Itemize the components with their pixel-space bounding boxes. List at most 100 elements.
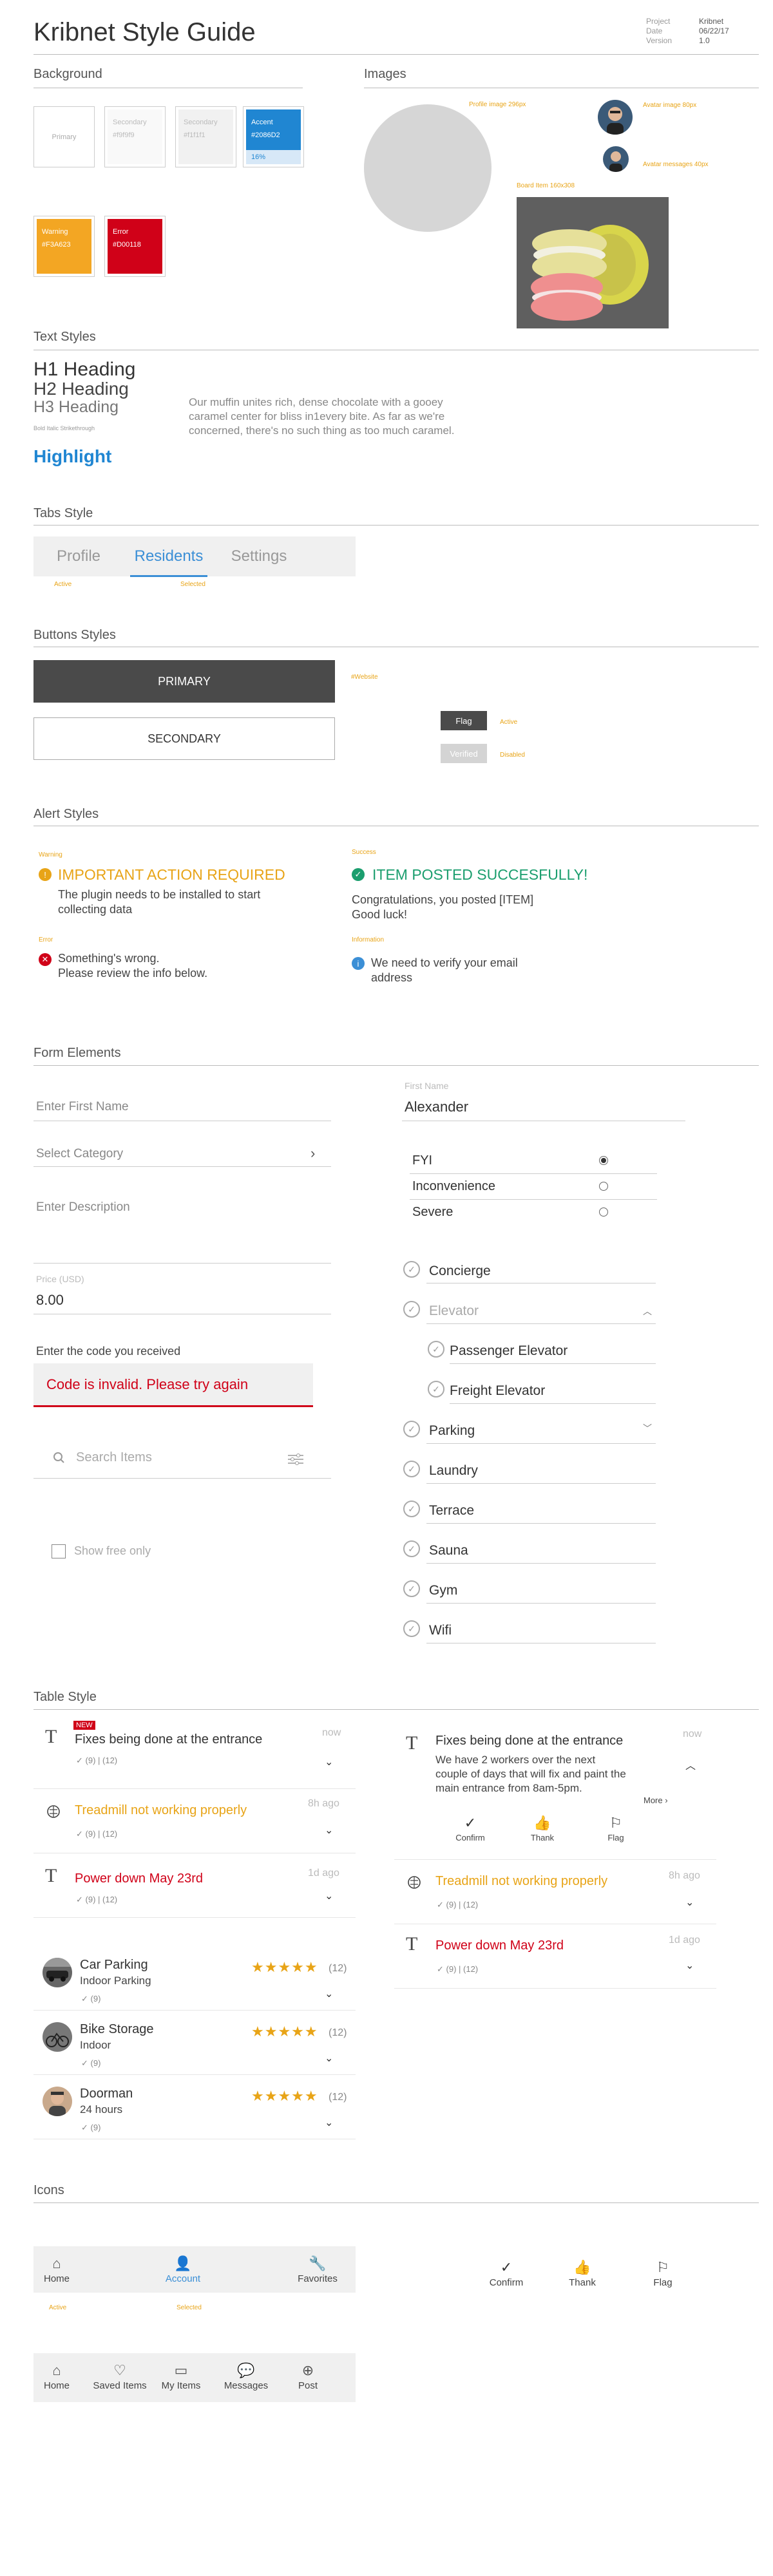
chevron-down-icon[interactable]: ⌄ (325, 1987, 333, 2000)
check-wifi[interactable]: ✓ (403, 1620, 420, 1637)
form-divider (33, 1065, 759, 1066)
check-laundry[interactable]: ✓ (403, 1461, 420, 1477)
check-laundry-label: Laundry (429, 1463, 478, 1478)
radio-severe[interactable] (599, 1208, 608, 1217)
table-row-expanded[interactable]: T Fixes being done at the entrance now W… (394, 1728, 716, 1860)
chevron-down-icon[interactable]: ⌄ (685, 1959, 694, 1972)
nav-saved-items[interactable]: ♡ Saved Items (88, 2353, 152, 2402)
table-row[interactable]: Treadmill not working properly 8h ago ✓ … (33, 1789, 356, 1853)
check-gym[interactable]: ✓ (403, 1580, 420, 1597)
description-input[interactable]: Enter Description (36, 1200, 130, 1215)
nav-selected-note: Selected (177, 2304, 202, 2311)
avatar-messages-note: Avatar messages 40px (643, 161, 709, 168)
tab-settings[interactable]: Settings (214, 547, 304, 565)
check-parking-label: Parking (429, 1423, 475, 1438)
filter-icon[interactable] (287, 1453, 304, 1466)
check-sauna[interactable]: ✓ (403, 1540, 420, 1557)
verified-button-state: Disabled (500, 752, 525, 759)
chevron-down-icon[interactable]: ⌄ (325, 1889, 333, 1902)
avatar-image-note: Avatar image 80px (643, 102, 697, 109)
table-divider (33, 1709, 759, 1710)
confirm-icon-sample[interactable]: ✓ Confirm (486, 2259, 527, 2288)
tab-bar: Profile Residents Settings (33, 536, 356, 577)
check-terrace[interactable]: ✓ (403, 1501, 420, 1517)
success-icon: ✓ (352, 868, 365, 881)
thumbs-up-icon: 👍 (573, 2259, 591, 2275)
swatch-warning: Warning #F3A623 (33, 216, 95, 277)
warning-alert-heading: IMPORTANT ACTION REQUIRED (58, 866, 285, 883)
tab-profile[interactable]: Profile (33, 547, 124, 565)
free-only-label: Show free only (74, 1544, 151, 1557)
first-name-input[interactable]: Enter First Name (36, 1100, 129, 1114)
search-input[interactable]: Search Items (76, 1450, 152, 1465)
free-only-checkbox[interactable] (52, 1544, 66, 1558)
small-text-sample: Bold Italic Strikethrough (33, 425, 95, 431)
tab-active-indicator (130, 575, 207, 577)
table-row[interactable]: T NEW Fixes being done at the entrance n… (33, 1721, 356, 1789)
first-name-filled-input[interactable]: Alexander (405, 1099, 468, 1115)
price-input[interactable]: 8.00 (36, 1292, 64, 1309)
check-freight-elevator-label: Freight Elevator (450, 1383, 546, 1398)
thank-icon-sample[interactable]: 👍 Thank (562, 2259, 603, 2288)
list-item[interactable]: Doorman 24 hours ★★★★★ (12) ✓ (9) ⌄ (33, 2075, 356, 2139)
warning-alert-body: The plugin needs to be installed to star… (58, 888, 261, 916)
radio-inconvenience-label: Inconvenience (412, 1179, 495, 1193)
list-item[interactable]: Bike Storage Indoor ★★★★★ (12) ✓ (9) ⌄ (33, 2011, 356, 2075)
category-select[interactable]: Select Category (36, 1147, 123, 1161)
check-concierge-label: Concierge (429, 1264, 491, 1278)
primary-button[interactable]: PRIMARY (33, 660, 335, 703)
check-concierge[interactable]: ✓ (403, 1261, 420, 1278)
chevron-down-icon[interactable]: ⌄ (325, 2052, 333, 2065)
radio-inconvenience[interactable] (599, 1182, 608, 1191)
nav-messages[interactable]: 💬 Messages (210, 2353, 282, 2402)
confirm-action[interactable]: ✓ Confirm (453, 1815, 487, 1842)
announcement-icon: T (406, 1933, 418, 1955)
chevron-down-icon[interactable]: ⌄ (325, 2116, 333, 2129)
error-icon: ✕ (39, 953, 52, 966)
swatch-secondary-1: Secondary #f9f9f9 (104, 106, 166, 167)
chevron-down-icon[interactable]: ⌄ (325, 1824, 333, 1837)
check-elevator-label: Elevator (429, 1303, 479, 1318)
icons-section-title: Icons (33, 2183, 64, 2197)
chevron-down-icon[interactable]: ⌄ (685, 1896, 694, 1909)
info-alert-label: Information (352, 936, 385, 943)
thank-action[interactable]: 👍 Thank (526, 1815, 559, 1842)
table-row[interactable]: Treadmill not working properly 8h ago ✓ … (394, 1860, 716, 1924)
chevron-up-icon[interactable]: ︿ (643, 1305, 652, 1318)
nav-my-items[interactable]: ▭ My Items (152, 2353, 210, 2402)
nav-home[interactable]: ⌂ Home (33, 2246, 80, 2293)
check-freight-elevator[interactable]: ✓ (428, 1381, 444, 1397)
nav-post[interactable]: ⊕ Post (282, 2353, 334, 2402)
page-title: Kribnet Style Guide (33, 18, 256, 46)
code-input[interactable]: Code is invalid. Please try again (33, 1363, 313, 1407)
tab-residents[interactable]: Residents (124, 547, 214, 577)
list-item[interactable]: Car Parking Indoor Parking ★★★★★ (12) ✓ … (33, 1946, 356, 2011)
check-parking[interactable]: ✓ (403, 1421, 420, 1437)
check-elevator[interactable]: ✓ (403, 1301, 420, 1318)
swatch-accent: Accent #2086D2 16% (243, 106, 304, 167)
h3-sample: H3 Heading (33, 398, 119, 416)
nav-home[interactable]: ⌂ Home (33, 2353, 80, 2402)
check-icon: ✓ (500, 2259, 513, 2275)
secondary-button[interactable]: SECONDARY (33, 717, 335, 760)
background-section-title: Background (33, 67, 102, 81)
check-passenger-elevator[interactable]: ✓ (428, 1341, 444, 1358)
nav-account[interactable]: 👤 Account (138, 2246, 228, 2293)
chevron-down-icon[interactable]: ﹀ (643, 1422, 652, 1435)
table-row[interactable]: T Power down May 23rd 1d ago ✓ (9) | (12… (33, 1853, 356, 1918)
flag-icon-sample[interactable]: ⚐ Flag (642, 2259, 683, 2288)
flag-button[interactable]: Flag (441, 711, 487, 730)
rating-stars: ★★★★★ (251, 2023, 318, 2040)
chevron-up-icon[interactable]: ︿ (685, 1757, 696, 1772)
radio-fyi[interactable] (599, 1156, 608, 1165)
nav-favorites[interactable]: 🔧 Favorites (282, 2246, 353, 2293)
more-link[interactable]: More › (644, 1795, 668, 1805)
reactions-meta: ✓ (9) (81, 1994, 101, 2003)
table-row[interactable]: T Power down May 23rd 1d ago ✓ (9) | (12… (394, 1924, 716, 1989)
tab-active-note: Active (54, 581, 72, 588)
flag-action[interactable]: ⚐ Flag (599, 1815, 633, 1842)
nav-bar-primary: ⌂ Home 👤 Account 🔧 Favorites (33, 2246, 356, 2293)
button-states-note: #Website (351, 674, 378, 681)
rating-stars: ★★★★★ (251, 1959, 318, 1975)
chevron-down-icon[interactable]: ⌄ (325, 1756, 333, 1768)
